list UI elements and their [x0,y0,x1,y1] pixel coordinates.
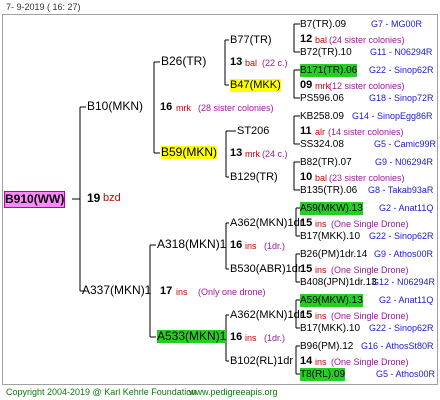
g4-sire-ref-2: G14 - SinopEgg86R [352,111,433,121]
g4-dam-ref-3: G8 - Takab93aR [368,185,434,195]
g1-tag-b10: mrk [176,103,191,113]
g2-node-b59[interactable]: B59(MKN) [161,146,218,159]
g4-sire-6[interactable]: A59(MKW).13 [300,294,363,307]
g4-dam-ref-6: G22 - Sinop62R [369,323,434,333]
g2-node-b26[interactable]: B26(TR) [161,55,206,68]
g4-dam-ref-2: G5 - Camic99R [374,139,437,149]
g2-tag-a533: ins [245,333,257,343]
g4-dam-0[interactable]: B72(TR).10 [300,46,352,59]
footer-copyright: Copyright 2004-2019 @ Karl Kehrle Founda… [6,387,197,397]
g2-gen-b59: 13 [230,147,243,159]
g3-node-b77[interactable]: B77(TR) [230,34,272,47]
g2-note-a318: (1dr.) [264,241,286,251]
g2-gen-b26: 13 [230,56,243,68]
g2-node-a533[interactable]: A533(MKN)1 [157,330,227,343]
g3-node-st206[interactable]: ST206 [237,125,269,138]
g1-gen-a337: 17 [160,285,173,297]
root-gen: 19 [87,191,101,205]
g4-sire-5[interactable]: B26(PM)1dr.14 [300,248,367,261]
g2-note-b26: (22 c.) [262,58,288,68]
g3-node-a362-b[interactable]: A362(MKN)1dr [230,309,303,322]
g4-dam-6[interactable]: B17(MKK).10 [300,322,360,335]
g4-dam-3[interactable]: B135(TR).06 [300,184,357,197]
g1-node-b10[interactable]: B10(MKN) [87,100,143,113]
g4-dam-ref-7: G5 - Athos00R [376,369,436,379]
g1-tag-a337: ins [176,287,188,297]
g2-tag-a318: ins [245,241,257,251]
g4-dam-1[interactable]: PS596.06 [300,92,344,105]
g4-dam-ref-0: G11 - N06294R [370,47,433,57]
g4-sire-3[interactable]: B82(TR).07 [300,156,352,169]
g3-node-a362-a[interactable]: A362(MKN)1dr [230,217,303,230]
g1-gen-b10: 16 [160,101,173,113]
g3-node-b129[interactable]: B129(TR) [230,171,278,184]
g3-gen-0: 12 [300,33,313,45]
g4-sire-4[interactable]: A59(MKW).13 [300,202,363,215]
g3-gen-4: 15 [300,217,313,229]
g4-dam-ref-1: G18 - Sinop72R [369,93,434,103]
g2-tag-b26: bal [245,58,258,68]
g2-gen-a318: 16 [230,239,243,251]
g4-sire-ref-7: G16 - AthosSt80R [361,341,434,351]
g4-dam-7[interactable]: T8(RL).09 [300,368,346,381]
g2-gen-a533: 16 [230,331,243,343]
g3-node-b530[interactable]: B530(ABR)1dr [230,263,302,276]
g4-dam-5[interactable]: B408(JPN)1dr.13 [300,276,377,289]
g3-node-b47[interactable]: B47(MKK) [230,79,281,92]
g1-note-b10: (28 sister colonies) [198,103,274,113]
g4-sire-0[interactable]: B7(TR).09 [300,18,346,31]
g2-note-b59: (24 c.) [262,149,288,159]
g2-note-a533: (1dr.) [264,333,286,343]
g4-sire-7[interactable]: B96(PM).12 [300,340,353,353]
g3-gen-7: 14 [300,355,313,367]
root-tag: bzd [103,192,121,204]
g3-gen-1: 09 [300,79,313,91]
g3-node-b102[interactable]: B102(RL)1dr [230,355,293,368]
g4-dam-ref-4: G22 - Sinop62R [369,231,434,241]
g2-tag-b59: mrk [245,149,260,159]
g1-note-a337: (Only one drone) [198,287,266,297]
g4-sire-ref-3: G9 - N06294R [375,157,434,167]
g3-gen-6: 15 [300,309,313,321]
g4-dam-2[interactable]: SS324.08 [300,138,344,151]
g4-sire-ref-1: G22 - Sinop62R [369,65,434,75]
g4-sire-ref-0: G7 - MG00R [371,19,423,29]
g4-sire-1[interactable]: B171(TR).06 [300,64,358,77]
g4-sire-ref-6: G2 - Anat11Q [379,295,434,305]
g4-sire-ref-5: G9 - Athos00R [374,249,434,259]
g4-dam-ref-5: G12 - N06294R [372,277,436,287]
g4-sire-ref-4: G2 - Anat11Q [379,203,434,213]
root-queen[interactable]: B910(WW) [4,191,66,208]
g4-dam-4[interactable]: B17(MKK).10 [300,230,360,243]
g3-gen-3: 10 [300,171,313,183]
g3-gen-2: 11 [300,125,312,137]
footer-site-link[interactable]: www.pedigreeapis.org [189,386,278,399]
g1-node-a337[interactable]: A337(MKN)1 [82,284,151,297]
g4-sire-2[interactable]: KB258.09 [300,110,344,123]
g3-gen-5: 15 [300,263,313,275]
g2-node-a318[interactable]: A318(MKN)1 [157,238,226,251]
